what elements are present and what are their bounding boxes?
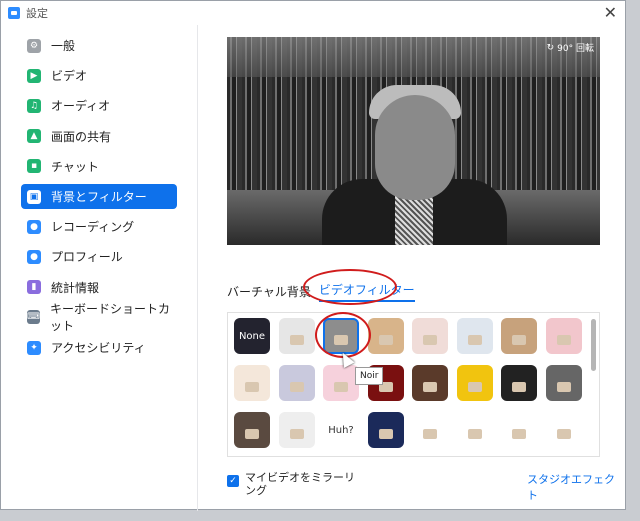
sidebar-item-label: 一般 [51,39,76,53]
filter-thumbnail-icon [556,335,571,345]
filter-thumbnail-icon [423,335,437,345]
keyboard-icon: ⌨ [27,310,40,325]
filter-thumbnail-icon [245,382,259,392]
filter-tile[interactable] [412,412,448,448]
close-icon[interactable]: ✕ [604,3,617,23]
filter-thumbnail-icon [467,382,482,392]
filter-thumbnail-icon [245,429,259,439]
sidebar-item-label: 背景とフィルター [51,190,147,204]
filter-tile[interactable] [367,318,404,354]
sidebar-item-6[interactable]: ● レコーディング [21,214,177,239]
filter-thumbnail-icon [289,335,304,345]
sidebar-item-10[interactable]: ✦ アクセシビリティ [21,335,177,360]
filter-thumbnail-icon [467,335,482,345]
filter-thumbnail-icon [512,382,526,392]
sidebar-item-9[interactable]: ⌨ キーボードショートカット [21,302,177,333]
sidebar-item-label: キーボードショートカット [50,302,171,334]
filter-tooltip: Noir [355,367,384,385]
studio-effects-link[interactable]: スタジオエフェクト [527,471,625,503]
filter-tile[interactable] [323,365,359,401]
sidebar-item-label: レコーディング [51,220,135,235]
filter-tile-label: None [238,330,266,342]
filter-tile[interactable] [278,412,315,448]
filter-tile[interactable] [501,412,537,448]
title-bar: 設定 ✕ [1,1,625,25]
filter-tile[interactable] [234,412,270,448]
record-icon: ● [27,219,41,234]
sidebar-item-label: プロフィール [51,250,123,265]
video-preview: ↻ 90° 回転 [227,37,600,245]
filter-tile[interactable] [278,318,315,354]
sidebar-item-label: ビデオ [51,69,88,84]
filter-thumbnail-icon [512,429,526,439]
sidebar-item-label: オーディオ [51,99,111,114]
sidebar-item-5[interactable]: ▣ 背景とフィルター [21,184,177,209]
rotate-label: 90° 回転 [557,44,594,54]
headphones-icon: ♫ [27,98,41,113]
tab-virtual-background[interactable]: バーチャル背景 [227,283,311,300]
profile-icon: ● [27,249,41,264]
filter-tile[interactable] [278,365,315,401]
filter-thumbnail-icon [334,382,348,392]
gear-icon: ⚙ [27,38,41,53]
filter-tile[interactable] [412,365,448,401]
sidebar-item-2[interactable]: ♫ オーディオ [21,93,177,118]
filter-tile[interactable] [545,318,582,354]
filter-highlight-annotation [315,312,371,358]
filter-tile[interactable] [501,318,537,354]
video-camera-icon: ▶ [27,68,41,83]
filter-thumbnail-icon [289,429,304,439]
sidebar-item-7[interactable]: ● プロフィール [21,244,177,269]
filter-thumbnail-icon [423,382,437,392]
filter-tile-label: Huh? [328,424,354,436]
filter-thumbnail-icon [289,382,304,392]
filter-tile[interactable] [367,412,404,448]
zoom-app-icon [8,7,20,19]
filter-tile[interactable] [545,412,582,448]
sidebar-item-0[interactable]: ⚙ 一般 [21,33,177,58]
filter-tile[interactable] [501,365,537,401]
share-screen-icon: ▲ [27,129,41,144]
filter-thumbnail-icon [378,429,393,439]
mirror-video-label: マイビデオをミラーリング [245,471,355,497]
filter-thumbnail-icon [378,335,393,345]
accessibility-icon: ✦ [27,340,41,355]
filter-tile[interactable] [456,412,493,448]
filter-grid-scrollbar[interactable] [591,319,596,371]
sidebar-item-label: チャット [51,159,99,174]
sidebar-item-label: アクセシビリティ [51,341,146,355]
filter-tile[interactable] [234,365,270,401]
filter-thumbnail-icon [556,382,571,392]
filter-tile[interactable]: Huh? [323,412,359,448]
sidebar-item-4[interactable]: ▪ チャット [21,154,177,179]
tab-highlight-annotation [303,269,397,305]
filter-thumbnail-icon [423,429,437,439]
sidebar-item-label: 画面の共有 [51,129,112,144]
chat-bubble-icon: ▪ [27,159,41,174]
sidebar-item-1[interactable]: ▶ ビデオ [21,63,177,88]
filter-tile[interactable] [456,365,493,401]
filter-thumbnail-icon [556,429,571,439]
background-person-icon: ▣ [27,189,41,204]
settings-sidebar: ⚙ 一般 ▶ ビデオ ♫ オーディオ ▲ 画面の共有 ▪ チャット ▣ 背景とフィルター ● レコーディン… [1,25,198,511]
filter-thumbnail-icon [512,335,526,345]
mirror-video-checkbox[interactable]: ✓ [227,475,239,487]
filter-tile[interactable] [412,318,448,354]
filter-tile[interactable]: None [234,318,270,354]
filter-grid: None Huh? [227,312,600,457]
person-face [375,95,455,200]
sidebar-item-label: 統計情報 [51,280,100,295]
filter-thumbnail-icon [467,429,482,439]
sidebar-item-3[interactable]: ▲ 画面の共有 [21,124,177,149]
sky-area [227,37,600,77]
sidebar-item-8[interactable]: ▮ 統計情報 [21,275,177,300]
rotate-icon: ↻ [546,42,555,53]
window-title: 設定 [26,7,48,20]
filter-tile[interactable] [456,318,493,354]
filter-tile[interactable] [545,365,582,401]
rotate-button[interactable]: ↻ 90° 回転 [546,41,594,55]
statistics-icon: ▮ [27,280,41,295]
settings-window: 設定 ✕ ⚙ 一般 ▶ ビデオ ♫ オーディオ ▲ 画面の共有 ▪ チャット ▣ 背景とフィルター ● レ… [0,0,626,511]
